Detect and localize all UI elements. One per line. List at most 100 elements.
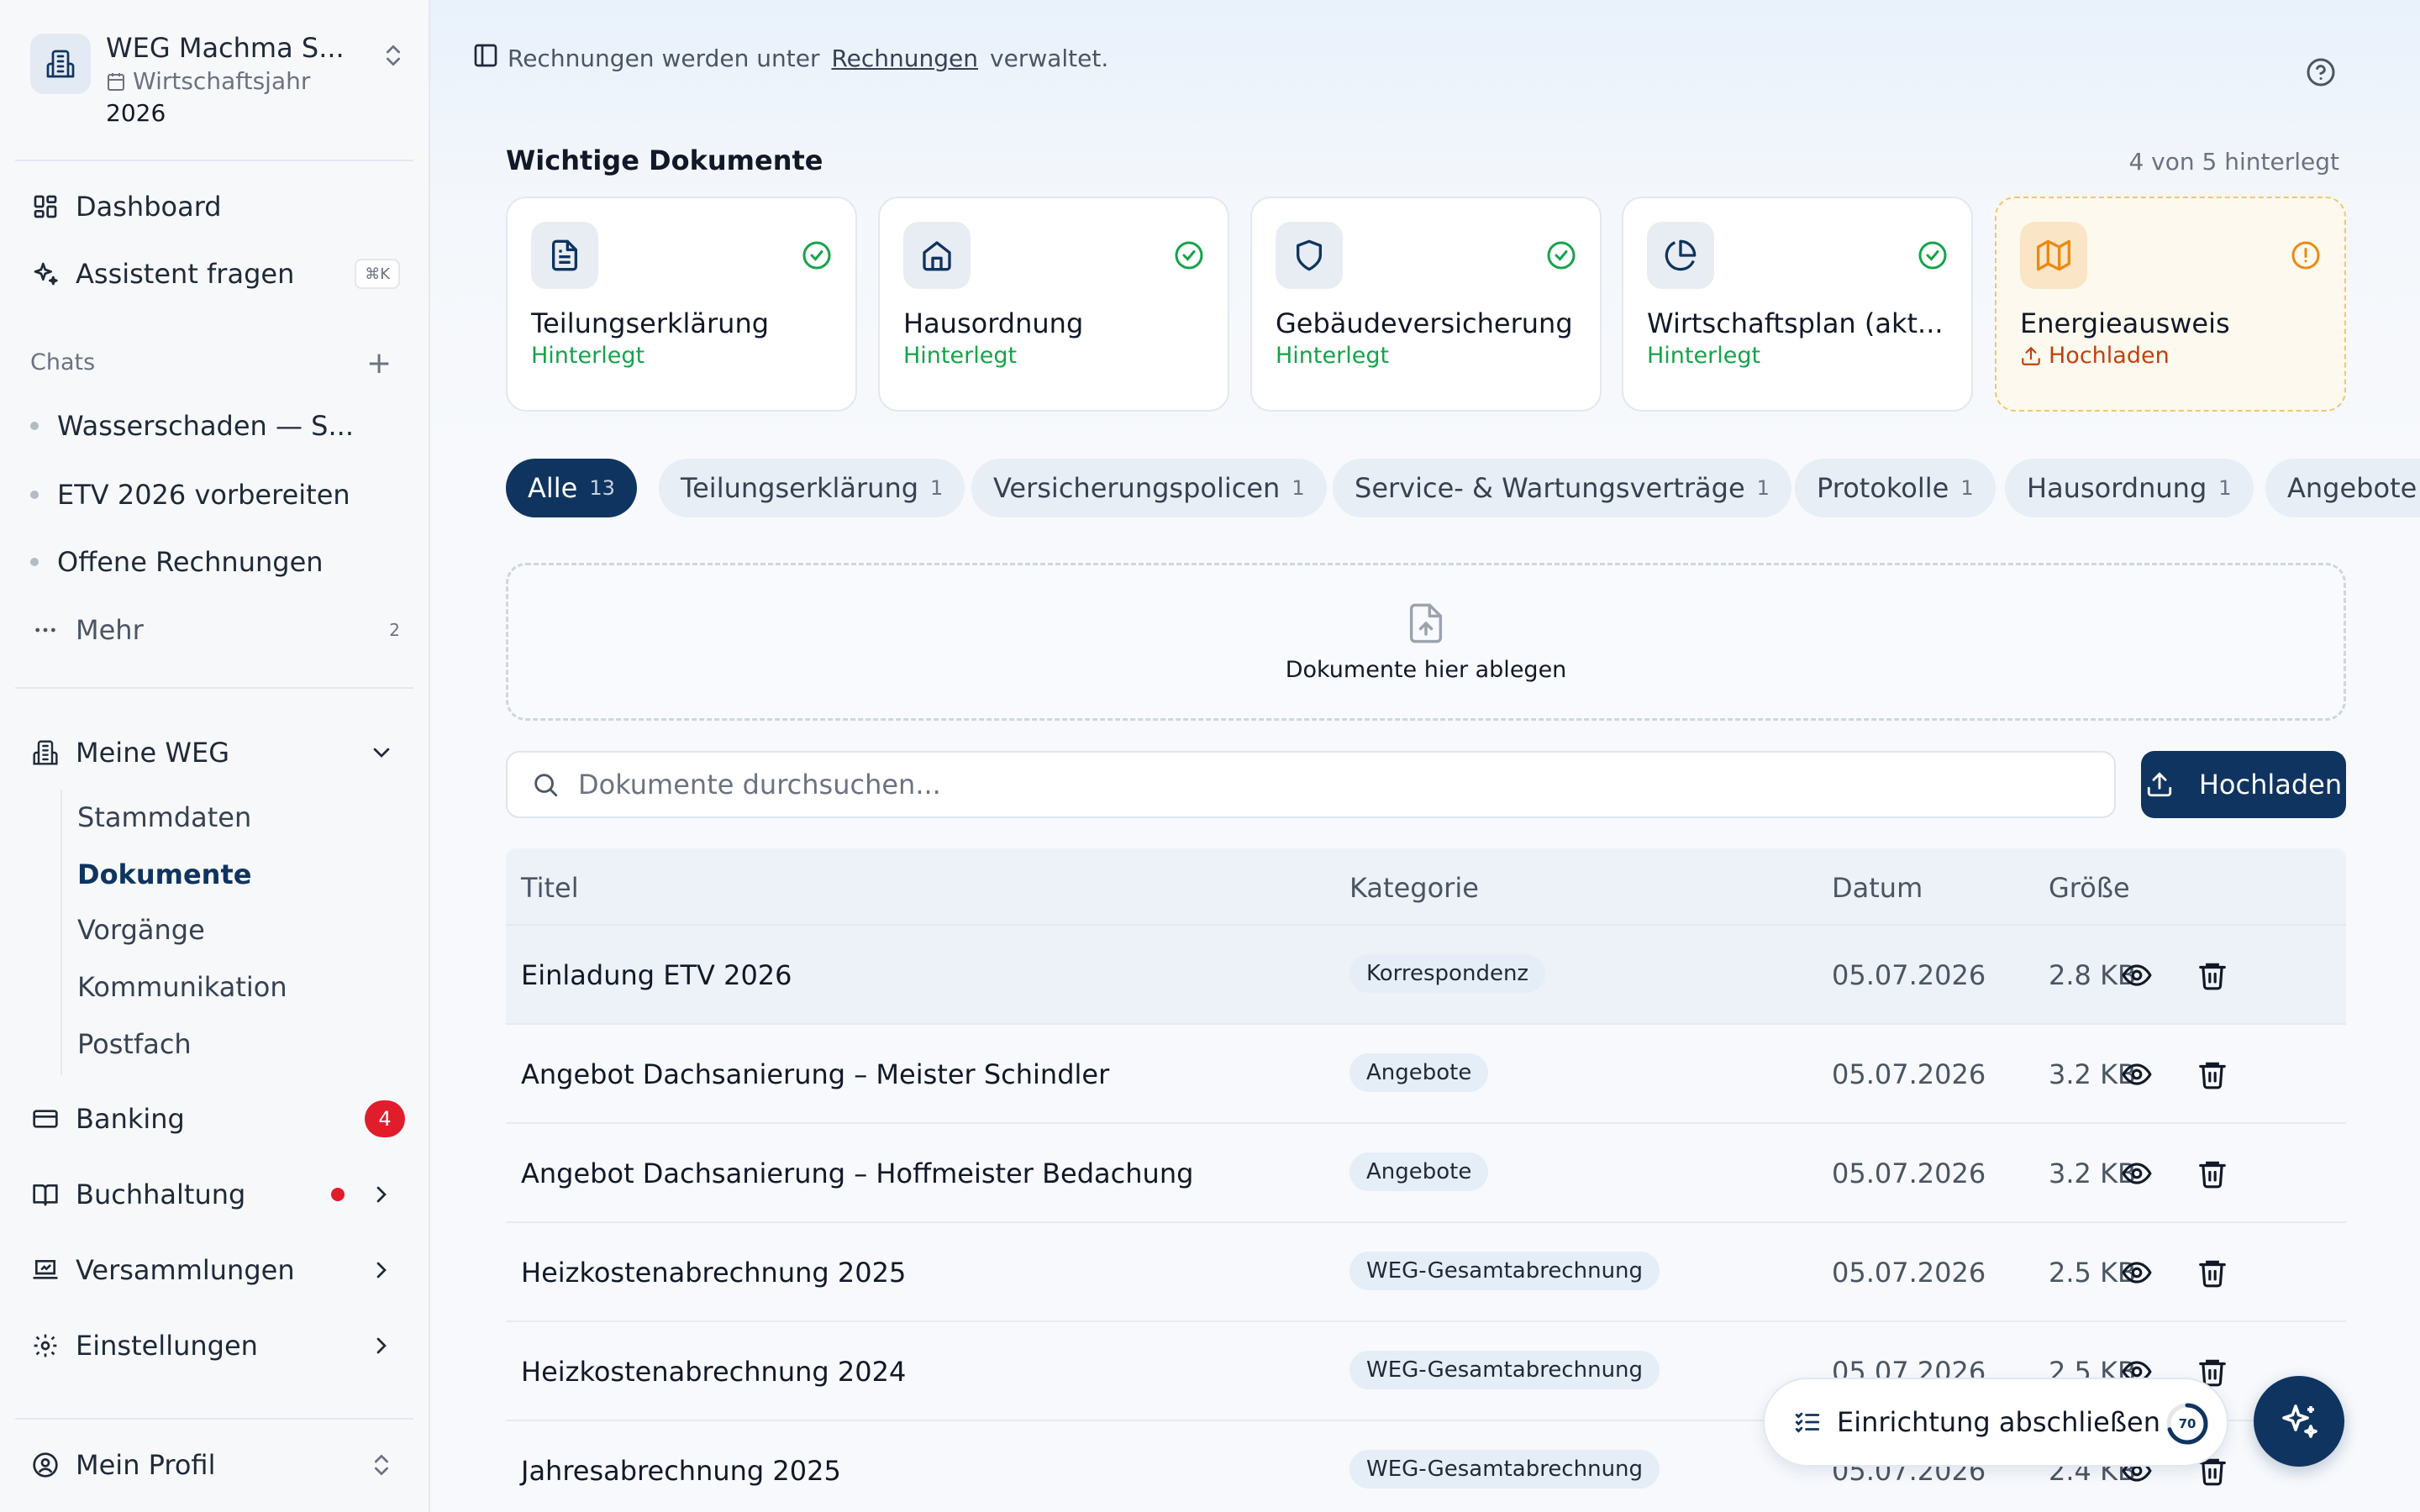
file-dropzone[interactable]: Dokumente hier ablegen [506,563,2346,721]
book-icon [30,1179,60,1210]
doc-card-title: Hausordnung [903,307,1084,339]
table-row[interactable]: Einladung ETV 2026 Korrespondenz 05.07.2… [506,926,2346,1025]
trash-icon[interactable] [2196,1158,2228,1193]
table-row[interactable]: Angebot Dachsanierung – Meister Schindle… [506,1025,2346,1124]
eye-icon[interactable] [2121,959,2153,995]
doc-card-gebaeudeversicherung[interactable]: Gebäudeversicherung Hinterlegt [1250,197,1602,412]
nav-profile[interactable]: Mein Profil [30,1441,400,1488]
chats-label: Chats [30,349,96,375]
dot-icon [30,422,39,430]
eye-icon[interactable] [2121,1058,2153,1094]
shield-icon [1276,222,1343,289]
doc-card-hausordnung[interactable]: Hausordnung Hinterlegt [878,197,1229,412]
table-row[interactable]: Angebot Dachsanierung – Hoffmeister Beda… [506,1124,2346,1223]
category-badge: WEG-Gesamtabrechnung [1349,1450,1660,1488]
filter-count: 1 [2218,476,2232,500]
doc-card-teilungserklaerung[interactable]: Teilungserklärung Hinterlegt [506,197,857,412]
eye-icon[interactable] [2121,1158,2153,1193]
check-circle-icon [1174,240,1204,274]
sub-item-vorgaenge[interactable]: Vorgänge [77,914,205,946]
column-header-title[interactable]: Titel [521,872,579,904]
filter-label: Service- & Wartungsverträge [1355,472,1745,504]
doc-card-title: Gebäudeversicherung [1276,307,1573,339]
nav-banking[interactable]: Banking [30,1095,400,1142]
search-icon [534,774,558,797]
column-header-size[interactable]: Größe [2049,872,2130,904]
invoices-link[interactable]: Rechnungen [831,45,978,72]
column-header-category[interactable]: Kategorie [1349,872,1479,904]
nav-buchhaltung[interactable]: Buchhaltung [30,1171,400,1218]
sub-item-postfach[interactable]: Postfach [77,1028,192,1060]
nav-dashboard-label: Dashboard [76,191,222,223]
fiscal-year-text: Wirtschaftsjahr [133,67,311,95]
filter-chip-angebote[interactable]: Angebote2 [2265,459,2420,517]
chat-item[interactable]: Offene Rechnungen [30,541,383,583]
nav-profile-label: Mein Profil [76,1449,216,1481]
filter-chip-hausordnung[interactable]: Hausordnung 1 [2005,459,2254,517]
banking-badge: 4 [365,1100,405,1137]
filter-label: Teilungserklärung [681,472,919,504]
category-badge: Korrespondenz [1349,954,1546,993]
help-icon[interactable] [2306,57,2336,91]
filter-chip-protokolle[interactable]: Protokolle 1 [1795,459,1996,517]
filter-chip-service-wartung[interactable]: Service- & Wartungsverträge 1 [1333,459,1791,517]
dashboard-icon [30,192,60,222]
chevrons-up-down-icon [368,1452,395,1482]
chat-item[interactable]: ETV 2026 vorbereiten [30,474,383,516]
user-circle-icon [30,1450,60,1480]
nav-dashboard[interactable]: Dashboard [30,183,400,230]
trash-icon[interactable] [2196,1058,2228,1094]
doc-card-upload-action[interactable]: Hochladen [2020,343,2170,369]
trash-icon[interactable] [2196,959,2228,995]
document-search-input[interactable]: Dokumente durchsuchen... [506,751,2116,818]
doc-date: 05.07.2026 [1832,1257,1986,1289]
nav-meine-weg[interactable]: Meine WEG [30,729,400,776]
building-icon [30,34,91,94]
sidebar-toggle-icon[interactable] [472,42,499,75]
main-content: Rechnungen werden unter Rechnungen verwa… [430,0,2420,1512]
nav-buchhaltung-label: Buchhaltung [76,1179,246,1210]
nav-einstellungen[interactable]: Einstellungen [30,1322,400,1369]
eye-icon[interactable] [2121,1257,2153,1292]
workspace-name: WEG Machma S... [106,32,345,64]
category-badge: Angebote [1349,1053,1489,1092]
chat-item[interactable]: Wasserschaden — S... [30,405,383,447]
upload-button[interactable]: Hochladen [2141,751,2346,818]
dot-icon [30,558,39,566]
sub-item-kommunikation[interactable]: Kommunikation [77,971,287,1003]
column-header-date[interactable]: Datum [1832,872,1923,904]
filter-chip-versicherungspolicen[interactable]: Versicherungspolicen 1 [971,459,1327,517]
workspace-switcher[interactable]: WEG Machma S... Wirtschaftsjahr 2026 [30,30,407,131]
sub-item-dokumente[interactable]: Dokumente [77,858,251,890]
more-count: 2 [389,620,400,640]
doc-card-wirtschaftsplan[interactable]: Wirtschaftsplan (akt... Hinterlegt [1622,197,1973,412]
nav-more[interactable]: Mehr 2 [30,606,400,654]
filter-chip-teilungserklaerung[interactable]: Teilungserklärung 1 [659,459,965,517]
nav-versammlungen[interactable]: Versammlungen [30,1247,400,1294]
setup-label: Einrichtung abschließen [1837,1406,2160,1438]
notification-dot [331,1188,345,1201]
table-row[interactable]: Heizkostenabrechnung 2025 WEG-Gesamtabre… [506,1223,2346,1322]
chat-title: ETV 2026 vorbereiten [57,479,350,511]
doc-card-status: Hinterlegt [531,343,645,369]
doc-card-energieausweis[interactable]: Energieausweis Hochladen [1995,197,2346,412]
filter-count: 13 [589,476,615,500]
sub-item-stammdaten[interactable]: Stammdaten [77,801,251,833]
house-icon [903,222,971,289]
filter-chip-alle[interactable]: Alle 13 [506,459,637,517]
important-docs-title: Wichtige Dokumente [506,144,823,176]
table-header: Titel Kategorie Datum Größe [506,848,2346,926]
filter-count: 1 [930,476,944,500]
more-horizontal-icon [30,615,60,645]
new-chat-button[interactable]: + [366,346,392,381]
building-icon [30,738,60,768]
doc-card-title: Wirtschaftsplan (akt... [1647,307,1944,339]
trash-icon[interactable] [2196,1257,2228,1292]
assistant-fab-button[interactable] [2254,1376,2344,1467]
setup-progress-button[interactable]: Einrichtung abschließen 70 [1763,1378,2228,1467]
divider [15,687,413,689]
map-icon [2020,222,2087,289]
nav-assistant[interactable]: Assistent fragen ⌘K [30,250,400,297]
dropzone-text: Dokumente hier ablegen [1285,656,1567,683]
nav-banking-label: Banking [76,1103,185,1135]
